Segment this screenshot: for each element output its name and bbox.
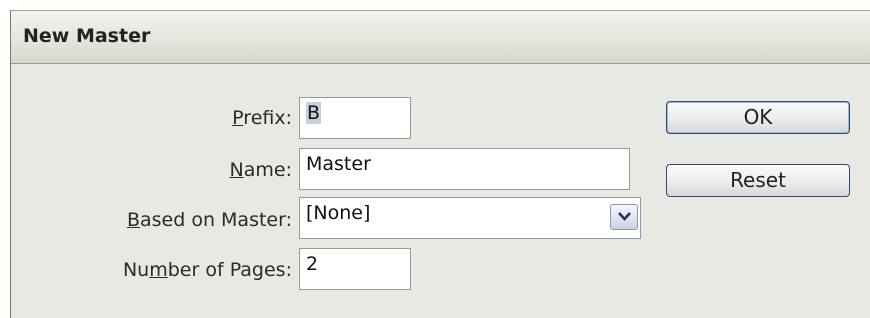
new-master-dialog: New Master Prefix: B Name: Master Based …	[10, 10, 870, 318]
prefix-label: Prefix:	[232, 107, 292, 129]
prefix-input[interactable]: B	[299, 97, 411, 139]
number-of-pages-input[interactable]: 2	[299, 248, 411, 290]
based-on-master-label: Based on Master:	[126, 209, 292, 231]
chevron-down-icon[interactable]	[610, 204, 638, 230]
reset-button[interactable]: Reset	[666, 164, 850, 197]
name-label: Name:	[229, 159, 292, 181]
name-input[interactable]: Master	[299, 148, 630, 190]
dialog-title: New Master	[23, 25, 151, 47]
number-of-pages-label: Number of Pages:	[122, 259, 292, 281]
title-bar[interactable]: New Master	[11, 11, 870, 64]
based-on-master-select[interactable]: [None]	[299, 197, 641, 239]
ok-button[interactable]: OK	[666, 101, 850, 134]
